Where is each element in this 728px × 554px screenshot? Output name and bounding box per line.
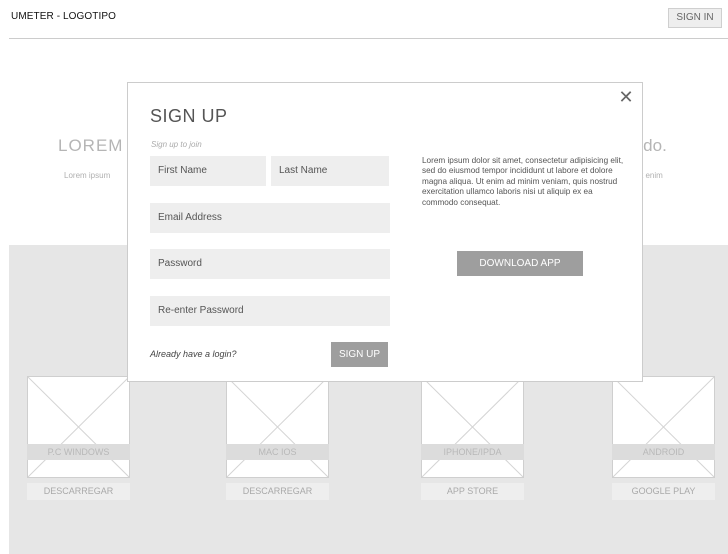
sign-up-button[interactable]: SIGN UP [331, 342, 388, 367]
header: UMETER - LOGOTIPO SIGN IN [0, 0, 728, 38]
platform-label: ANDROID [612, 444, 715, 460]
platform-card-mac[interactable]: MAC IOS [226, 376, 329, 478]
download-mac-button[interactable]: DESCARREGAR [226, 483, 329, 500]
image-placeholder-icon [422, 377, 523, 477]
last-name-field[interactable]: Last Name [271, 156, 389, 186]
platform-card-android[interactable]: ANDROID [612, 376, 715, 478]
download-windows-button[interactable]: DESCARREGAR [27, 483, 130, 500]
image-placeholder-icon [28, 377, 129, 477]
modal-subtitle: Sign up to join [151, 140, 202, 149]
image-placeholder-icon [613, 377, 714, 477]
platform-label: IPHONE/IPDA [421, 444, 524, 460]
reenter-password-field[interactable]: Re-enter Password [150, 296, 390, 326]
sign-in-button[interactable]: SIGN IN [668, 8, 722, 28]
download-app-button[interactable]: DOWNLOAD APP [457, 251, 583, 276]
platform-label: MAC IOS [226, 444, 329, 460]
app-store-button[interactable]: APP STORE [421, 483, 524, 500]
image-placeholder-icon [227, 377, 328, 477]
signup-modal: ✕ SIGN UP Sign up to join First Name Las… [127, 82, 643, 382]
password-field[interactable]: Password [150, 249, 390, 279]
hero-title: LOREM [58, 136, 124, 155]
close-icon[interactable]: ✕ [618, 89, 634, 107]
header-divider [9, 38, 728, 39]
login-link[interactable]: Already have a login? [150, 349, 237, 359]
modal-description: Lorem ipsum dolor sit amet, consectetur … [422, 156, 624, 207]
hero-subtitle: Lorem ipsum [64, 171, 111, 180]
modal-title: SIGN UP [150, 106, 228, 126]
google-play-button[interactable]: GOOGLE PLAY [612, 483, 715, 500]
logo[interactable]: UMETER - LOGOTIPO [11, 11, 116, 22]
platform-label: P.C WINDOWS [27, 444, 130, 460]
hero-subtitle-right: t enim [641, 171, 663, 180]
email-field[interactable]: Email Address [150, 203, 390, 233]
first-name-field[interactable]: First Name [150, 156, 266, 186]
platform-card-windows[interactable]: P.C WINDOWS [27, 376, 130, 478]
platform-card-iphone[interactable]: IPHONE/IPDA [421, 376, 524, 478]
